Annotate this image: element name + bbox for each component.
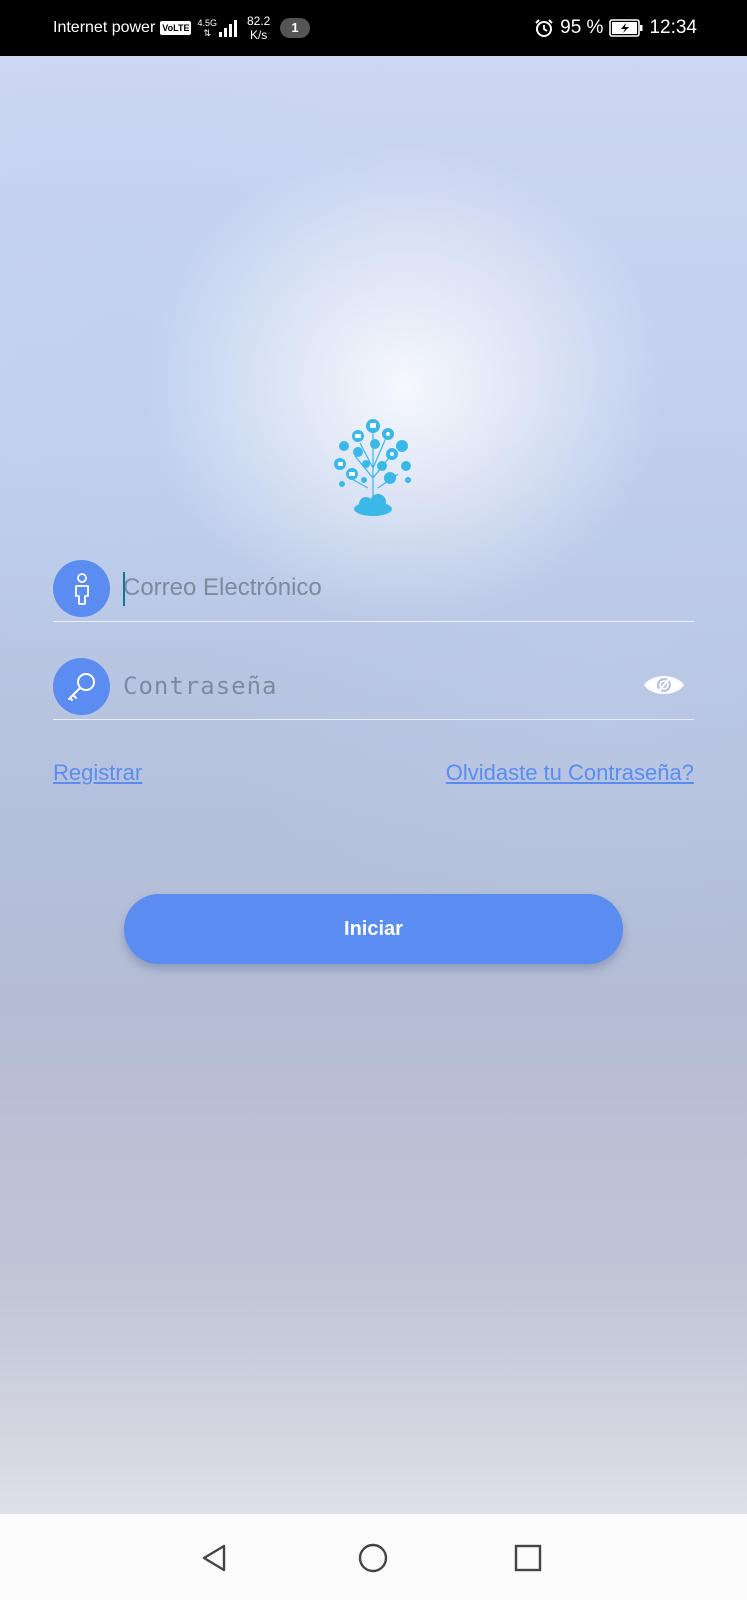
clock: 12:34 xyxy=(649,17,697,38)
key-icon xyxy=(53,658,110,715)
eye-icon[interactable] xyxy=(642,668,686,702)
volte-badge: VoLTE xyxy=(160,21,192,35)
alarm-icon xyxy=(535,19,553,37)
status-bar: Internet power VoLTE 4.5G ⇅ 82.2 K/s 1 9… xyxy=(0,0,747,56)
home-icon[interactable] xyxy=(353,1538,393,1578)
password-input[interactable] xyxy=(123,666,623,706)
status-bar-left: Internet power VoLTE 4.5G ⇅ 82.2 K/s 1 xyxy=(53,0,310,56)
battery-percent: 95 % xyxy=(560,17,604,38)
register-link[interactable]: Registrar xyxy=(53,760,142,786)
carrier-name: Internet power xyxy=(53,19,156,36)
data-arrows-icon: ⇅ xyxy=(203,28,211,38)
signal-icon xyxy=(218,19,237,37)
speed-value: 82.2 xyxy=(246,14,271,28)
network-generation: 4.5G xyxy=(197,18,217,28)
speed-unit: K/s xyxy=(249,28,268,42)
email-field xyxy=(53,558,694,622)
network-speed: 82.2 K/s xyxy=(247,14,270,42)
email-input[interactable] xyxy=(123,568,623,608)
login-button[interactable]: Iniciar xyxy=(124,894,623,964)
forgot-password-link[interactable]: Olvidaste tu Contraseña? xyxy=(446,760,694,786)
recent-apps-icon[interactable] xyxy=(508,1538,548,1578)
network-type: 4.5G ⇅ xyxy=(197,18,217,38)
login-screen: Registrar Olvidaste tu Contraseña? Inici… xyxy=(0,56,747,1514)
user-icon xyxy=(53,560,110,617)
status-bar-right: 95 % 12:34 xyxy=(534,0,697,56)
battery-charging-icon xyxy=(609,19,643,37)
navigation-bar xyxy=(0,1514,747,1600)
app-logo-icon xyxy=(334,419,411,516)
notification-count-badge: 1 xyxy=(280,18,310,38)
back-icon[interactable] xyxy=(196,1538,236,1578)
password-field xyxy=(53,656,694,720)
text-cursor xyxy=(123,572,125,606)
